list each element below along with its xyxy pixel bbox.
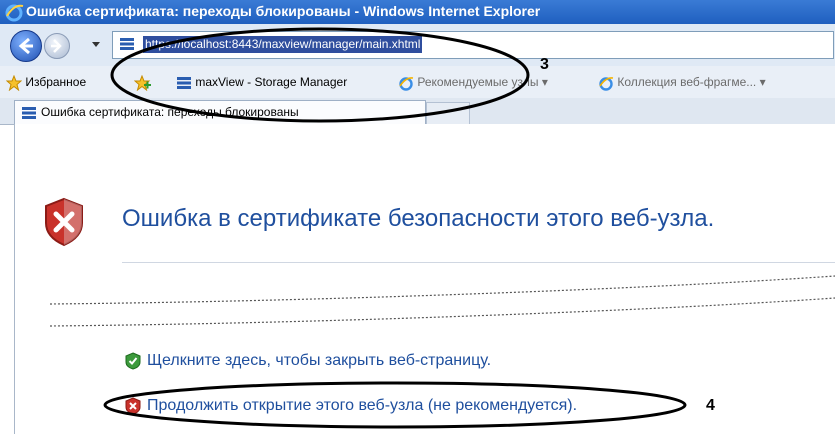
close-page-link-text[interactable]: Щелкните здесь, чтобы закрыть веб-страни… (147, 352, 491, 370)
back-button[interactable] (10, 30, 42, 62)
green-shield-icon (125, 352, 141, 370)
favorite-link-maxview[interactable]: maxView - Storage Manager (176, 66, 347, 98)
torn-edge-divider (50, 275, 835, 327)
forward-arrow-icon (51, 39, 62, 53)
favorite-link-suggested-sites[interactable]: Рекомендуемые узлы ▾ (398, 66, 548, 98)
site-icon (22, 107, 36, 119)
divider (122, 262, 835, 263)
site-icon (177, 76, 191, 89)
callout-label-3: 3 (540, 56, 549, 73)
add-favorite-icon (134, 74, 151, 91)
add-favorite-button[interactable] (134, 66, 152, 98)
url-text[interactable]: https://localhost:8443/maxview/manager/m… (143, 36, 423, 53)
back-arrow-icon (18, 37, 33, 55)
tab-label: Ошибка сертификата: переходы блокированы (41, 105, 299, 119)
red-shield-icon (125, 397, 141, 415)
favorites-button[interactable]: Избранное (6, 66, 86, 98)
new-tab-button[interactable] (426, 102, 470, 125)
callout-label-4: 4 (706, 397, 715, 414)
favorites-star-icon (6, 74, 22, 91)
navigation-bar: https://localhost:8443/maxview/manager/m… (0, 24, 835, 67)
title-bar: Ошибка сертификата: переходы блокированы… (0, 0, 835, 24)
tab-certificate-error[interactable]: Ошибка сертификата: переходы блокированы (14, 100, 426, 125)
ie-page-icon (599, 76, 614, 91)
site-icon (120, 38, 134, 50)
window-title: Ошибка сертификата: переходы блокированы… (26, 3, 541, 19)
favorite-link-web-slice-gallery[interactable]: Коллекция веб-фрагме... ▾ (598, 66, 766, 98)
forward-button[interactable] (44, 33, 70, 59)
ie-logo-icon (5, 4, 24, 22)
history-dropdown-icon[interactable] (92, 42, 100, 47)
continue-to-site-link-text[interactable]: Продолжить открытие этого веб-узла (не р… (147, 397, 577, 415)
ie-page-icon (399, 76, 414, 91)
tab-bar: Ошибка сертификата: переходы блокированы (0, 98, 835, 125)
favorites-label: Избранное (25, 75, 87, 89)
error-shield-icon (45, 197, 83, 247)
address-bar[interactable]: https://localhost:8443/maxview/manager/m… (112, 31, 834, 59)
favorites-bar: Избранное maxView - Storage Manager Реко… (0, 66, 835, 99)
page-heading: Ошибка в сертификате безопасности этого … (122, 205, 715, 232)
